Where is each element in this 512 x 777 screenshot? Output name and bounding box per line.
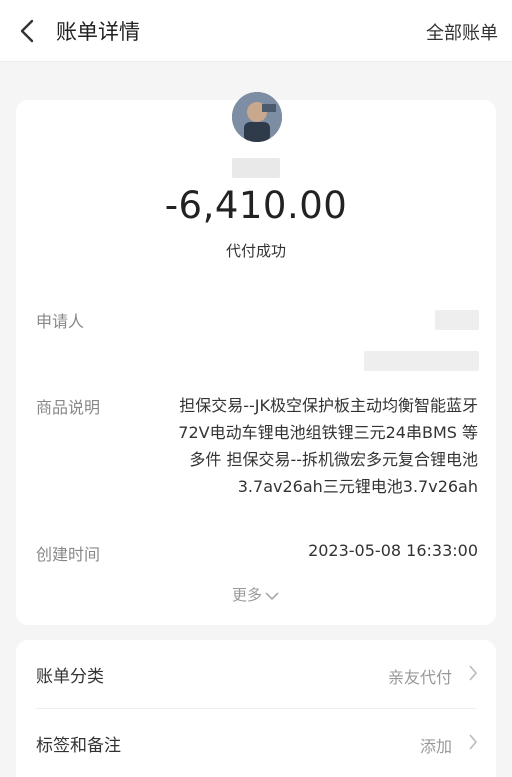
tags-notes-row[interactable]: 标签和备注 添加 xyxy=(16,709,496,777)
bill-summary-card: -6,410.00 代付成功 申请人 商品说明 担保交易--JK极空保护板主动均… xyxy=(16,92,496,625)
avatar xyxy=(232,92,282,142)
bill-category-value: 亲友代付 xyxy=(387,668,452,687)
created-time-value: 2023-05-08 16:33:00 xyxy=(308,541,478,560)
applicant-label: 申请人 xyxy=(36,312,85,331)
chevron-right-icon xyxy=(469,665,478,681)
chevron-right-icon xyxy=(469,734,478,750)
all-bills-link[interactable]: 全部账单 xyxy=(426,19,498,45)
bill-category-label: 账单分类 xyxy=(36,667,104,687)
payee-name-redacted xyxy=(232,158,280,178)
bill-amount: -6,410.00 xyxy=(164,184,348,227)
product-description-line: 72V电动车锂电池组铁锂三元24串BMS 等 xyxy=(178,423,478,442)
chevron-down-icon xyxy=(265,591,279,600)
more-button[interactable]: 更多 xyxy=(16,584,496,605)
page-title: 账单详情 xyxy=(56,20,140,44)
top-nav-bar: 账单详情 全部账单 xyxy=(0,0,512,62)
product-description-label: 商品说明 xyxy=(36,398,101,417)
bill-category-row[interactable]: 账单分类 亲友代付 xyxy=(16,640,496,709)
back-arrow-icon[interactable] xyxy=(14,15,42,47)
tags-notes-value: 添加 xyxy=(419,737,452,756)
payment-status: 代付成功 xyxy=(225,242,286,260)
applicant-value-redacted xyxy=(435,310,479,330)
product-description-line: 担保交易--JK极空保护板主动均衡智能蓝牙 xyxy=(179,396,478,415)
more-label: 更多 xyxy=(231,586,262,604)
bill-options-card: 账单分类 亲友代付 标签和备注 添加 xyxy=(16,640,496,777)
product-description-line: 3.7av26ah三元锂电池3.7v26ah xyxy=(237,477,478,496)
tags-notes-label: 标签和备注 xyxy=(36,736,121,756)
product-description-line: 多件 担保交易--拆机微宏多元复合锂电池 xyxy=(189,450,478,469)
product-description: 担保交易--JK极空保护板主动均衡智能蓝牙 72V电动车锂电池组铁锂三元24串B… xyxy=(123,392,478,500)
applicant-account-redacted xyxy=(364,351,479,371)
created-time-label: 创建时间 xyxy=(36,545,101,564)
